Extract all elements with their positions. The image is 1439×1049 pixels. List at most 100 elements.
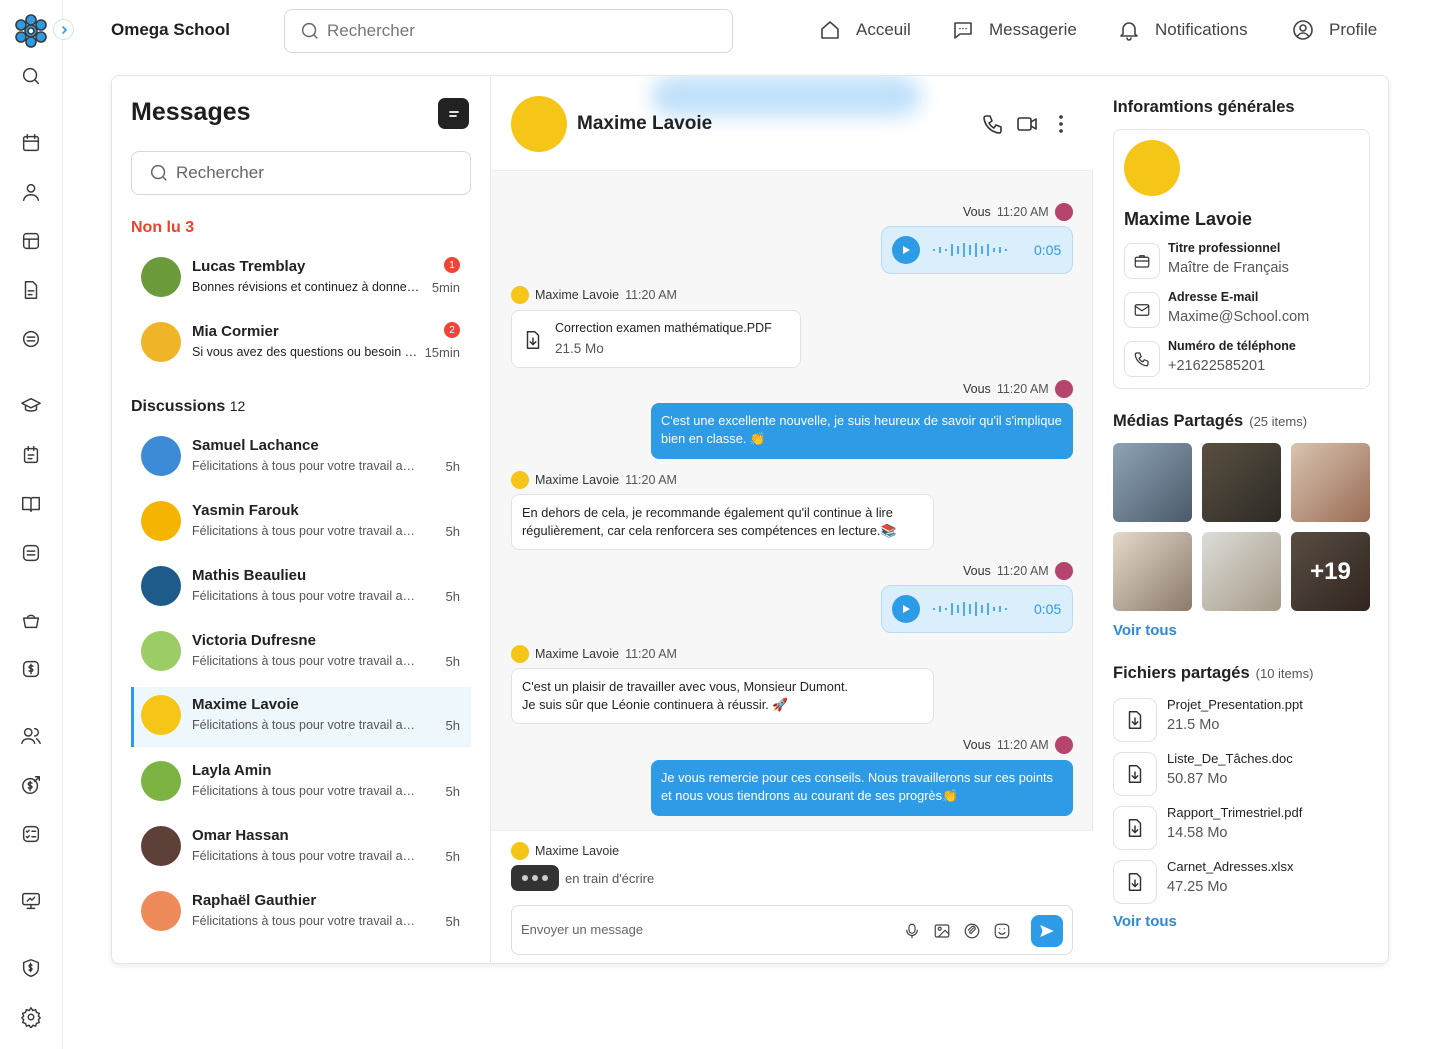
media-thumbnail[interactable]: [1202, 443, 1281, 522]
calendar-icon[interactable]: [19, 131, 43, 155]
exchange-icon[interactable]: [19, 773, 43, 797]
message-time: 11:20 AM: [996, 205, 1049, 219]
emoji-icon[interactable]: [993, 922, 1011, 940]
message-meta: Maxime Lavoie 11:20 AM: [511, 471, 677, 489]
sender-name: Vous: [963, 205, 991, 219]
conversation-item[interactable]: Samuel Lachance Félicitations à tous pou…: [131, 428, 471, 488]
global-search-input[interactable]: Rechercher: [284, 9, 733, 53]
avatar: [1054, 380, 1073, 398]
message-time: 5h: [445, 718, 460, 733]
book-icon[interactable]: [19, 492, 43, 516]
presentation-icon[interactable]: [19, 889, 43, 913]
box-icon[interactable]: [19, 327, 43, 351]
shield-icon[interactable]: [19, 956, 43, 980]
play-icon: [903, 605, 910, 613]
nav-home[interactable]: Acceuil: [818, 18, 911, 42]
conversation-item[interactable]: Lucas Tremblay Bonnes révisions et conti…: [131, 249, 471, 309]
conversation-item[interactable]: Raphaël Gauthier Félicitations à tous po…: [131, 883, 471, 943]
play-button[interactable]: [892, 595, 920, 623]
media-thumbnail[interactable]: [1202, 532, 1281, 611]
message-time: 5h: [445, 914, 460, 929]
gear-icon[interactable]: [19, 1005, 43, 1029]
message-time: 5h: [445, 524, 460, 539]
schedule-icon[interactable]: [19, 443, 43, 467]
file-attachment[interactable]: Correction examen mathématique.PDF 21.5 …: [511, 310, 801, 368]
video-call-icon[interactable]: [1015, 112, 1039, 136]
conversation-item[interactable]: Victoria Dufresne Félicitations à tous p…: [131, 623, 471, 683]
message-time: 11:20 AM: [625, 288, 677, 302]
nav-messaging[interactable]: Messagerie: [951, 18, 1077, 42]
avatar: [1054, 736, 1073, 754]
voice-message[interactable]: 0:05: [881, 226, 1073, 274]
media-thumbnail[interactable]: [1291, 443, 1370, 522]
image-icon[interactable]: [933, 922, 951, 940]
search-placeholder: Rechercher: [327, 21, 415, 40]
typing-text: en train d'écrire: [565, 871, 655, 886]
avatar: [141, 761, 181, 801]
graduation-icon[interactable]: [19, 394, 43, 418]
avatar[interactable]: [511, 96, 567, 152]
avatar: [511, 471, 529, 489]
discussions-section-title: Discussions 12: [131, 398, 245, 416]
voice-message[interactable]: 0:05: [881, 585, 1073, 633]
conversation-item[interactable]: Omar Hassan Félicitations à tous pour vo…: [131, 818, 471, 878]
media-thumbnail[interactable]: [1113, 443, 1192, 522]
conversation-item-active[interactable]: Maxime Lavoie Félicitations à tous pour …: [131, 687, 471, 747]
shared-file[interactable]: Carnet_Adresses.xlsx 47.25 Mo: [1113, 858, 1370, 904]
contact-name: Mia Cormier: [192, 323, 279, 340]
message-input[interactable]: Envoyer un message: [511, 905, 1073, 955]
media-thumbnail-more[interactable]: +19: [1291, 532, 1370, 611]
checklist-icon[interactable]: [19, 822, 43, 846]
message-time: 5h: [445, 459, 460, 474]
conversation-list: Messages Rechercher Non lu 3 Lucas Tremb…: [112, 76, 491, 963]
see-all-media-link[interactable]: Voir tous: [1113, 622, 1177, 639]
mail-icon: [1124, 292, 1160, 328]
chat-contact-name: Maxime Lavoie: [577, 113, 713, 134]
message-input-placeholder: Envoyer un message: [521, 922, 644, 937]
list-icon[interactable]: [19, 541, 43, 565]
shared-file[interactable]: Rapport_Trimestriel.pdf 14.58 Mo: [1113, 804, 1370, 850]
nav-notifications[interactable]: Notifications: [1117, 18, 1248, 42]
file-download-icon[interactable]: [1113, 752, 1157, 796]
attachment-icon[interactable]: [963, 922, 981, 940]
files-title: Fichiers partagés: [1113, 664, 1250, 682]
shared-file[interactable]: Projet_Presentation.ppt 21.5 Mo: [1113, 696, 1370, 742]
file-download-icon[interactable]: [1113, 806, 1157, 850]
file-download-icon[interactable]: [1113, 698, 1157, 742]
document-icon[interactable]: [19, 278, 43, 302]
dollar-icon[interactable]: [19, 657, 43, 681]
send-button[interactable]: [1031, 915, 1063, 947]
more-options-icon[interactable]: [1049, 112, 1073, 136]
avatar: [141, 322, 181, 362]
phone-call-icon[interactable]: [981, 112, 1005, 136]
play-button[interactable]: [892, 236, 920, 264]
file-download-icon[interactable]: [1113, 860, 1157, 904]
users-icon[interactable]: [19, 724, 43, 748]
message-time: 15min: [424, 345, 460, 360]
info-row: Adresse E-mail Maxime@School.com: [1124, 290, 1364, 330]
new-message-button[interactable]: [438, 98, 469, 129]
shared-file[interactable]: Liste_De_Tâches.doc 50.87 Mo: [1113, 750, 1370, 796]
nav-profile[interactable]: Profile: [1291, 18, 1377, 42]
microphone-icon[interactable]: [903, 922, 921, 940]
basket-icon[interactable]: [19, 608, 43, 632]
info-value: Maxime@School.com: [1168, 309, 1310, 325]
top-bar: Omega School Rechercher Acceuil Messager…: [63, 0, 1439, 64]
conversation-item[interactable]: Layla Amin Félicitations à tous pour vot…: [131, 753, 471, 813]
unread-badge: 1: [444, 257, 460, 273]
info-label: Titre professionnel: [1168, 241, 1281, 255]
app-logo-icon[interactable]: [14, 14, 48, 48]
media-thumbnail[interactable]: [1113, 532, 1192, 611]
conversation-item[interactable]: Yasmin Farouk Félicitations à tous pour …: [131, 493, 471, 553]
message-time: 11:20 AM: [996, 738, 1049, 752]
conversation-item[interactable]: Mia Cormier Si vous avez des questions o…: [131, 314, 471, 374]
search-icon[interactable]: [19, 64, 43, 88]
student-icon[interactable]: [19, 180, 43, 204]
table-icon[interactable]: [19, 229, 43, 253]
avatar: [141, 436, 181, 476]
conversation-item[interactable]: Mathis Beaulieu Félicitations à tous pou…: [131, 558, 471, 618]
conversation-search-input[interactable]: Rechercher: [131, 151, 471, 195]
collapse-sidebar-button[interactable]: [53, 19, 74, 40]
see-all-files-link[interactable]: Voir tous: [1113, 913, 1177, 930]
media-count: (25 items): [1249, 414, 1308, 429]
